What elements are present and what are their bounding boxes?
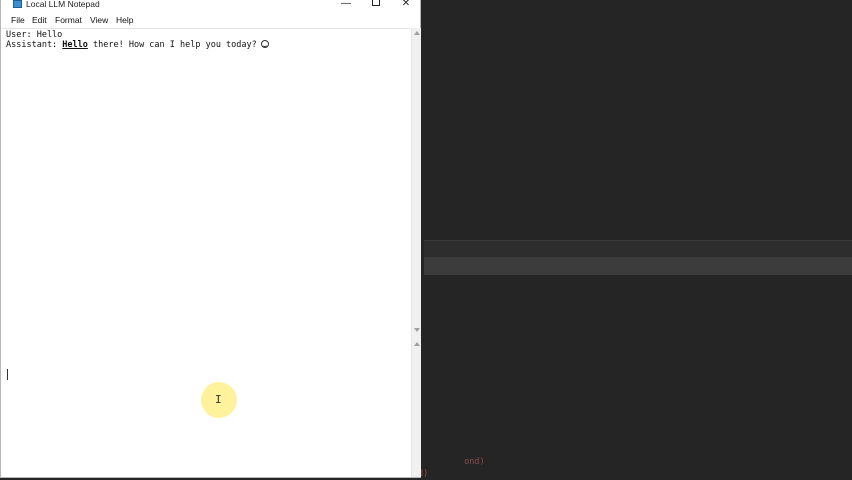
maximize-button[interactable] <box>363 0 389 11</box>
close-button[interactable]: ✕ <box>393 0 419 11</box>
menu-bar: File Edit Format View Help <box>1 13 420 27</box>
menu-file[interactable]: File <box>11 15 25 25</box>
menu-edit[interactable]: Edit <box>32 15 47 25</box>
scroll-up-icon[interactable] <box>414 31 420 35</box>
menu-view[interactable]: View <box>90 15 108 25</box>
background-window-band <box>424 240 852 258</box>
notepad-icon <box>13 0 22 8</box>
scroll-down-icon[interactable] <box>414 328 420 332</box>
vertical-scrollbar[interactable] <box>411 28 421 338</box>
maximize-icon <box>372 0 380 7</box>
window-title: Local LLM Notepad <box>26 0 100 9</box>
assistant-prefix: Assistant: <box>6 40 63 50</box>
vertical-scrollbar-lower[interactable] <box>411 338 421 477</box>
assistant-message: there! How can I help you today? <box>87 40 257 50</box>
smiley-icon <box>260 39 269 48</box>
minimize-button[interactable]: — <box>333 0 359 11</box>
title-bar[interactable]: Local LLM Notepad — ✕ <box>1 0 420 12</box>
user-message: User: Hello <box>6 30 63 40</box>
editor-line: Assistant: Hello there! How can I help y… <box>6 39 269 50</box>
background-window-band-highlight <box>424 257 852 275</box>
highlighted-word: Hello <box>62 40 88 50</box>
ibeam-cursor-icon: I <box>215 393 222 406</box>
text-caret <box>7 369 8 380</box>
menu-help[interactable]: Help <box>116 15 133 25</box>
editor-line: User: Hello <box>6 30 62 40</box>
scroll-up-icon[interactable] <box>414 342 420 346</box>
menu-format[interactable]: Format <box>55 15 82 25</box>
